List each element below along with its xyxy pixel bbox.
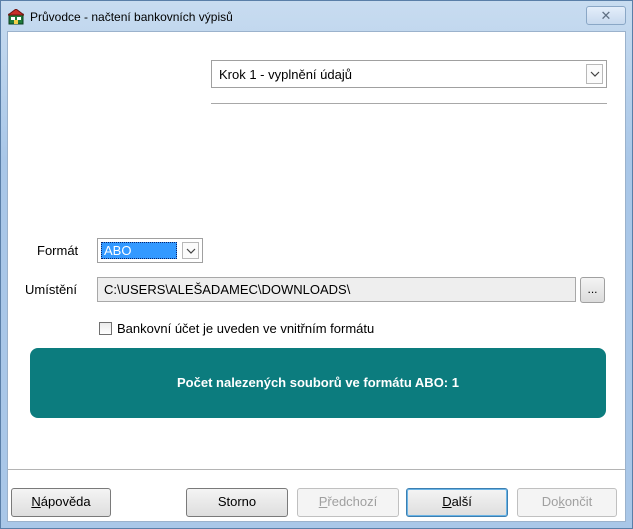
location-value: C:\USERS\ALEŠADAMEC\DOWNLOADS\ bbox=[104, 282, 351, 297]
location-label: Umístění bbox=[25, 282, 78, 297]
title-bar[interactable]: Průvodce - načtení bankovních výpisů ✕ bbox=[1, 1, 632, 31]
format-label: Formát bbox=[37, 243, 79, 258]
step-dropdown-value: Krok 1 - vyplnění údajů bbox=[219, 67, 352, 82]
previous-button[interactable]: Předchozí bbox=[297, 488, 399, 517]
chevron-down-icon bbox=[590, 71, 600, 77]
browse-button[interactable]: ... bbox=[580, 277, 605, 303]
files-found-text: Počet nalezených souborů ve formátu ABO:… bbox=[177, 375, 459, 390]
internal-format-checkbox-label[interactable]: Bankovní účet je uveden ve vnitřním form… bbox=[117, 321, 374, 336]
window-title: Průvodce - načtení bankovních výpisů bbox=[30, 10, 233, 24]
step-dropdown-arrow[interactable] bbox=[586, 64, 603, 84]
wizard-content: Krok 1 - vyplnění údajů Formát ABO Umíst… bbox=[7, 31, 626, 522]
format-dropdown-value: ABO bbox=[101, 242, 177, 259]
step-dropdown[interactable]: Krok 1 - vyplnění údajů bbox=[211, 60, 607, 88]
internal-format-checkbox[interactable] bbox=[99, 322, 112, 335]
files-found-banner: Počet nalezených souborů ve formátu ABO:… bbox=[30, 348, 606, 418]
wizard-window: Průvodce - načtení bankovních výpisů ✕ K… bbox=[0, 0, 633, 529]
close-icon: ✕ bbox=[600, 8, 612, 23]
close-button[interactable]: ✕ bbox=[586, 6, 626, 25]
chevron-down-icon bbox=[186, 248, 196, 254]
step-divider bbox=[211, 103, 607, 104]
app-icon bbox=[8, 9, 24, 25]
help-button[interactable]: Nápověda bbox=[11, 488, 111, 517]
cancel-button[interactable]: Storno bbox=[186, 488, 288, 517]
format-dropdown[interactable]: ABO bbox=[97, 238, 203, 263]
footer-divider bbox=[8, 469, 625, 470]
location-field[interactable]: C:\USERS\ALEŠADAMEC\DOWNLOADS\ bbox=[97, 277, 576, 302]
next-button[interactable]: Další bbox=[406, 488, 508, 517]
format-dropdown-arrow[interactable] bbox=[182, 242, 199, 259]
finish-button[interactable]: Dokončit bbox=[517, 488, 617, 517]
